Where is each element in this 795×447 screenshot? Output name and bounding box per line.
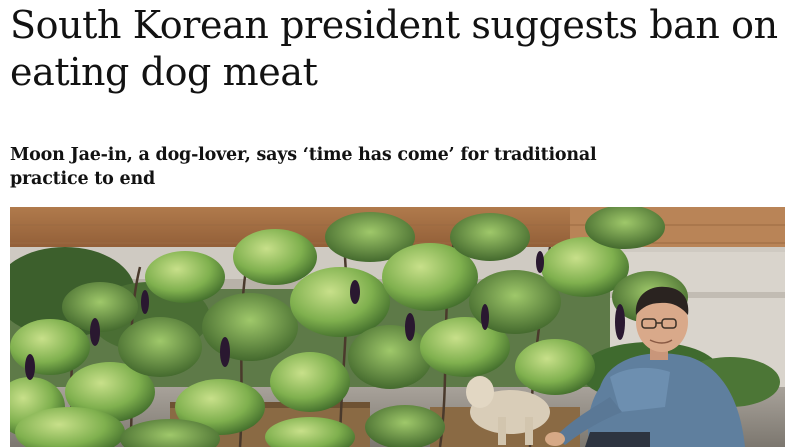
article-headline: South Korean president suggests ban on e… bbox=[10, 3, 778, 94]
article-standfirst: Moon Jae-in, a dog-lover, says ‘time has… bbox=[10, 145, 597, 189]
article-page: South Korean president suggests ban on e… bbox=[0, 0, 795, 447]
article-photo bbox=[10, 207, 785, 447]
photo-scene bbox=[10, 207, 785, 447]
